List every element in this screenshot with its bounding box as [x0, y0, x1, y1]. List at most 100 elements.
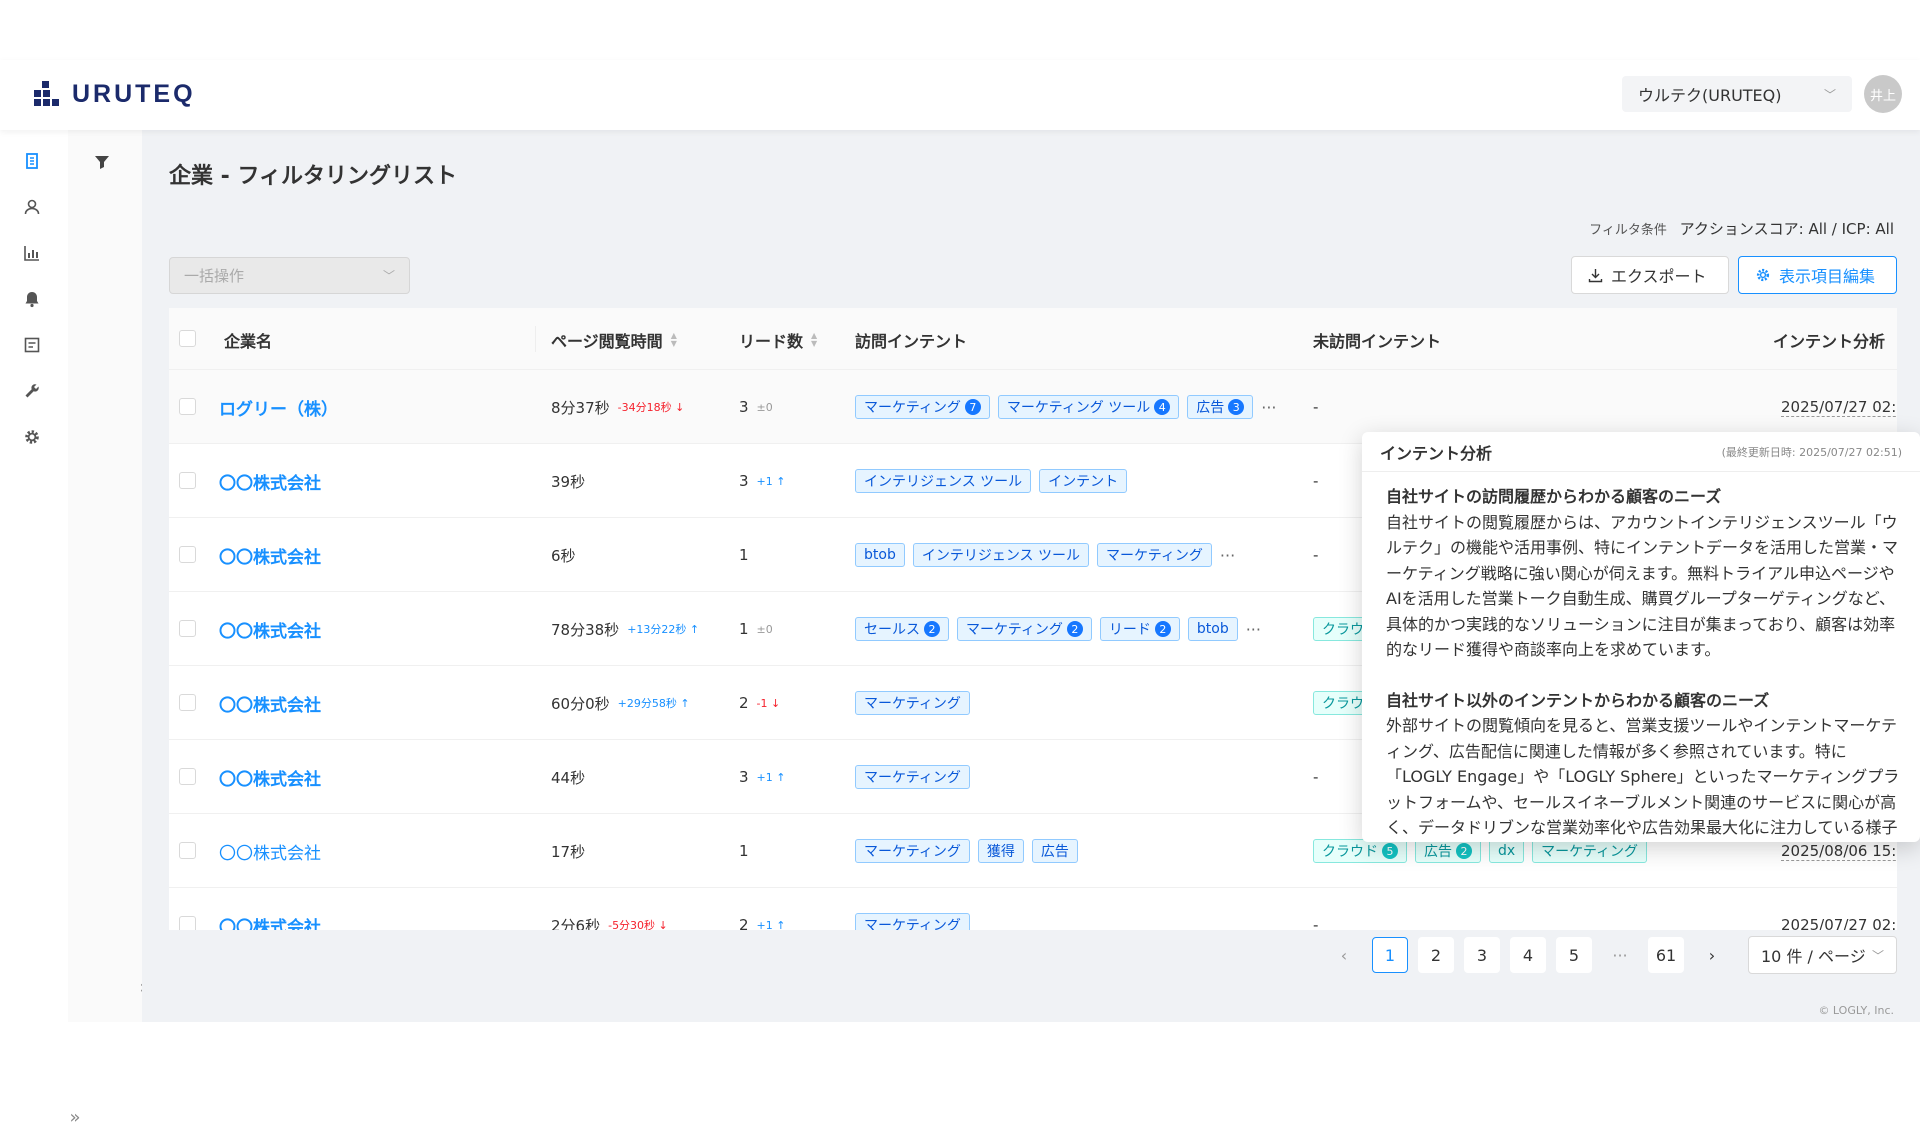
intent-tag-label: 広告 — [1040, 844, 1069, 860]
intent-tag[interactable]: マーケティング 2 — [957, 617, 1092, 641]
intent-tag[interactable]: マーケティング — [855, 691, 970, 715]
page-3-button[interactable]: 3 — [1464, 937, 1500, 973]
pagination-ellipsis[interactable]: ··· — [1602, 937, 1638, 973]
page-5-button[interactable]: 5 — [1556, 937, 1592, 973]
page-time-value: 8分37秒 — [551, 398, 610, 417]
intent-tag[interactable]: インテント — [1039, 469, 1128, 493]
intent-tag[interactable]: 広告 3 — [1187, 395, 1254, 419]
more-tags-icon[interactable]: ··· — [1246, 620, 1261, 639]
intent-tag[interactable]: セールス 2 — [855, 617, 949, 641]
intent-tag[interactable]: リード 2 — [1099, 617, 1180, 641]
company-list-icon[interactable] — [21, 150, 43, 172]
intent-tag-count: 2 — [924, 621, 940, 637]
visit-intent-cell: セールス 2 マーケティング 2 リード 2 btob ··· — [855, 617, 1261, 641]
page-1-button[interactable]: 1 — [1372, 937, 1408, 973]
header-intent-analysis: インテント分析 — [1773, 328, 1885, 352]
chevron-down-icon: ﹀ — [382, 269, 395, 283]
header-company: 企業名 — [224, 328, 272, 352]
logo[interactable]: URUTEQ — [34, 80, 196, 109]
gear-icon[interactable] — [21, 426, 43, 448]
more-tags-icon[interactable]: ··· — [1261, 398, 1276, 417]
unvisited-tag[interactable]: クラウド 5 — [1313, 839, 1407, 863]
header-page-time[interactable]: ページ閲覧時間 ▲ ▼ — [551, 328, 677, 352]
unvisited-tag[interactable]: マーケティング — [1532, 839, 1648, 863]
export-button[interactable]: エクスポート — [1571, 256, 1729, 294]
row-checkbox[interactable] — [179, 694, 196, 711]
next-page-button[interactable]: › — [1694, 937, 1730, 973]
app-header: URUTEQ ウルテク(URUTEQ) ﹀ 井上 — [0, 60, 1920, 130]
company-link[interactable]: 〇〇株式会社 — [219, 617, 321, 642]
bulk-action-select[interactable]: 一括操作 ﹀ — [169, 257, 410, 294]
company-link[interactable]: 〇〇株式会社 — [219, 691, 321, 716]
row-checkbox[interactable] — [179, 398, 196, 415]
sort-icon[interactable]: ▲ ▼ — [811, 332, 817, 348]
report-icon[interactable] — [21, 334, 43, 356]
intent-tag[interactable]: マーケティング — [855, 765, 970, 789]
intent-analysis-date[interactable]: 2025/08/06 15:3 — [1781, 842, 1897, 861]
intent-tag[interactable]: 獲得 — [977, 839, 1024, 863]
bar-chart-icon[interactable] — [21, 242, 43, 264]
leads-delta: +1 ↑ — [756, 474, 786, 488]
intent-tag[interactable]: マーケティング 7 — [855, 395, 990, 419]
page-last-button[interactable]: 61 — [1648, 937, 1684, 973]
filter-condition-label: フィルタ条件 — [1589, 223, 1667, 238]
row-checkbox[interactable] — [179, 916, 196, 930]
intent-tag[interactable]: インテリジェンス ツール — [855, 469, 1032, 493]
row-checkbox[interactable] — [179, 768, 196, 785]
company-link[interactable]: 〇〇株式会社 — [219, 469, 321, 494]
row-checkbox[interactable] — [179, 842, 196, 859]
intent-tag[interactable]: マーケティング — [855, 839, 970, 863]
tenant-select[interactable]: ウルテク(URUTEQ) ﹀ — [1622, 76, 1852, 112]
table-row[interactable]: 〇〇株式会社 2分6秒 -5分30秒 ↓ 2 +1 ↑ マーケティング - 20… — [169, 888, 1897, 930]
page-size-select[interactable]: 10 件 / ページ ﹀ — [1748, 936, 1897, 974]
intent-tag[interactable]: インテリジェンス ツール — [912, 543, 1089, 567]
page-2-button[interactable]: 2 — [1418, 937, 1454, 973]
edit-columns-button[interactable]: 表示項目編集 — [1738, 256, 1897, 294]
intent-analysis-popover: インテント分析 (最終更新日時: 2025/07/27 02:51) 自社サイト… — [1362, 432, 1920, 842]
company-link[interactable]: ログリー（株） — [219, 395, 338, 420]
intent-analysis-date[interactable]: 2025/07/27 02:5 — [1781, 916, 1897, 931]
intent-tag-label: インテント — [1048, 474, 1119, 490]
user-icon[interactable] — [21, 196, 43, 218]
row-checkbox[interactable] — [179, 546, 196, 563]
more-tags-icon[interactable]: ··· — [1220, 546, 1235, 565]
sort-icon[interactable]: ▲ ▼ — [671, 332, 677, 348]
company-link[interactable]: 〇〇株式会社 — [219, 913, 321, 931]
page-4-button[interactable]: 4 — [1510, 937, 1546, 973]
unvisited-empty: - — [1313, 398, 1319, 416]
intent-tag[interactable]: マーケティング — [1097, 543, 1212, 567]
unvisited-tag[interactable]: dx — [1489, 839, 1525, 863]
avatar[interactable]: 井上 — [1864, 75, 1902, 113]
page-time-value: 78分38秒 — [551, 620, 620, 639]
intent-tag[interactable]: マーケティング — [855, 913, 970, 930]
filter-icon[interactable] — [94, 154, 110, 174]
row-checkbox[interactable] — [179, 472, 196, 489]
page-time-value: 44秒 — [551, 768, 586, 787]
intent-tag[interactable]: 広告 — [1031, 839, 1078, 863]
company-link[interactable]: 〇〇株式会社 — [219, 765, 321, 790]
leads-value: 1 — [739, 842, 749, 860]
intent-tag[interactable]: マーケティング ツール 4 — [997, 395, 1180, 419]
collapse-nav-icon[interactable]: » — [64, 1092, 86, 1142]
visit-intent-cell: btob インテリジェンス ツール マーケティング ··· — [855, 543, 1235, 567]
company-link[interactable]: 〇〇株式会社 — [219, 839, 321, 864]
header-leads-label: リード数 — [739, 332, 804, 351]
row-checkbox[interactable] — [179, 620, 196, 637]
column-divider[interactable] — [535, 326, 536, 352]
prev-page-button[interactable]: ‹ — [1326, 937, 1362, 973]
intent-tag-label: マーケティング — [966, 622, 1063, 638]
chevron-down-icon: ﹀ — [1871, 948, 1884, 963]
bell-icon[interactable] — [21, 288, 43, 310]
intent-tag[interactable]: btob — [855, 543, 905, 567]
intent-analysis-date[interactable]: 2025/07/27 02:5 — [1781, 398, 1897, 417]
unvisited-tag[interactable]: 広告 2 — [1415, 839, 1481, 863]
wrench-icon[interactable] — [21, 380, 43, 402]
select-all-checkbox[interactable] — [179, 330, 196, 347]
company-link[interactable]: 〇〇株式会社 — [219, 543, 321, 568]
visit-intent-cell: マーケティング 7 マーケティング ツール 4 広告 3 ··· — [855, 395, 1277, 419]
intent-tag[interactable]: btob — [1187, 617, 1238, 641]
header-leads[interactable]: リード数 ▲ ▼ — [739, 328, 817, 352]
page-time-delta: -5分30秒 ↓ — [608, 919, 668, 930]
page-time-delta: -34分18秒 ↓ — [617, 401, 685, 414]
intent-tag-label: セールス — [864, 622, 920, 638]
